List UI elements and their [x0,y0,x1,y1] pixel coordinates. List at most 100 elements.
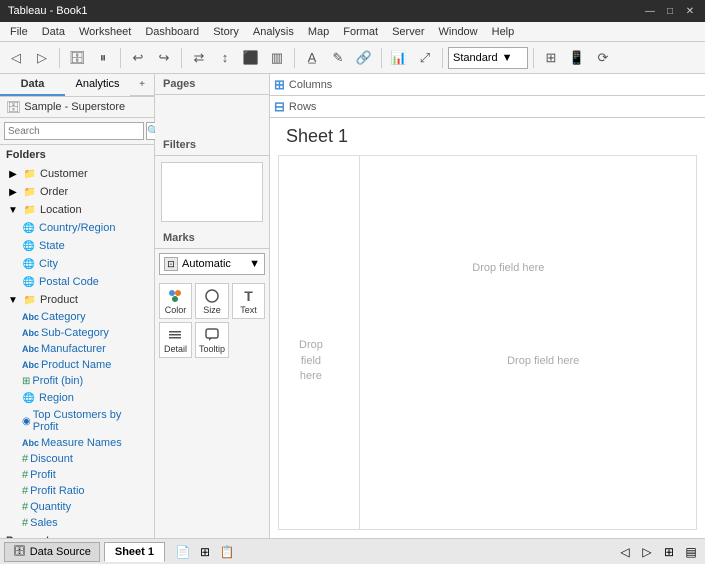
toolbar-sep-2 [120,48,121,68]
menu-format[interactable]: Format [337,24,384,40]
nav-prev-button[interactable]: ◁ [615,542,635,562]
menu-worksheet[interactable]: Worksheet [73,24,137,40]
field-state[interactable]: 🌐 State [0,237,154,255]
field-sales[interactable]: # Sales [0,515,154,531]
toolbar-sep-3 [181,48,182,68]
toolbar-sep-5 [381,48,382,68]
field-discount-label: Discount [30,453,73,465]
field-top-customers[interactable]: ◉ Top Customers by Profit [0,407,154,435]
toolbar-pause-button[interactable]: ⏸ [91,46,115,70]
marks-detail-button[interactable]: Detail [159,322,192,358]
new-dashboard-button[interactable]: ⊞ [195,542,215,562]
marks-buttons-grid: Color Size T Text Detail [155,279,269,362]
menu-window[interactable]: Window [433,24,484,40]
toolbar-group-button[interactable]: ▥ [265,46,289,70]
menu-help[interactable]: Help [486,24,521,40]
menu-server[interactable]: Server [386,24,430,40]
tab-analytics[interactable]: Analytics [65,74,130,96]
field-manufacturer[interactable]: Abc Manufacturer [0,341,154,357]
view-grid-button[interactable]: ⊞ [659,542,679,562]
tab-sheet1[interactable]: Sheet 1 [104,542,165,562]
toolbar-tooltip-button[interactable]: 🔗 [352,46,376,70]
standard-dropdown[interactable]: Standard ▼ [448,47,528,69]
text-marks-icon: T [240,287,258,305]
menu-file[interactable]: File [4,24,34,40]
view-options-button[interactable]: ▤ [681,542,701,562]
field-profit-ratio-label: Profit Ratio [30,485,84,497]
field-profit-ratio[interactable]: # Profit Ratio [0,483,154,499]
field-quantity[interactable]: # Quantity [0,499,154,515]
field-region[interactable]: 🌐 Region [0,389,154,407]
sheet-title: Sheet 1 [270,118,705,155]
hash-icon-quantity: # [22,501,28,513]
menu-dashboard[interactable]: Dashboard [139,24,205,40]
new-story-button[interactable]: 📋 [217,542,237,562]
marks-size-button[interactable]: Size [195,283,229,319]
field-measure-names[interactable]: Abc Measure Names [0,435,154,451]
field-category[interactable]: Abc Category [0,309,154,325]
minimize-button[interactable]: — [643,4,657,18]
folder-order[interactable]: ▶ 📁 Order [0,183,154,201]
close-button[interactable]: ✕ [683,4,697,18]
field-subcategory[interactable]: Abc Sub-Category [0,325,154,341]
field-subcategory-label: Sub-Category [41,327,109,339]
toolbar-redo-button[interactable]: ↪ [152,46,176,70]
new-sheet-button[interactable]: 📄 [173,542,193,562]
toolbar-fit-button[interactable]: ⤢ [413,46,437,70]
folder-customer[interactable]: ▶ 📁 Customer [0,165,154,183]
marks-color-button[interactable]: Color [159,283,192,319]
tab-data[interactable]: Data [0,74,65,96]
toolbar-present-button[interactable]: ⊞ [539,46,563,70]
marks-tooltip-button[interactable]: Tooltip [195,322,229,358]
field-postal-code-label: Postal Code [39,276,99,288]
tab-data-source[interactable]: 🗄 Data Source [4,542,100,562]
panel-tabs: Data Analytics + [0,74,154,97]
maximize-button[interactable]: □ [663,4,677,18]
toolbar-share-button[interactable]: ⟳ [591,46,615,70]
toolbar-sort-desc-button[interactable]: ⬛ [239,46,263,70]
drop-field-left[interactable]: Dropfieldhere [299,338,323,384]
toolbar-highlight-button[interactable]: ✎ [326,46,350,70]
toolbar-forward-button[interactable]: ▷ [30,46,54,70]
panel-add-icon[interactable]: + [134,77,150,93]
menu-map[interactable]: Map [302,24,335,40]
columns-row: ⊞ Columns [270,74,705,96]
field-sales-label: Sales [30,517,58,529]
menu-analysis[interactable]: Analysis [247,24,300,40]
field-country-region[interactable]: 🌐 Country/Region [0,219,154,237]
datasource-icon: 🗄 [6,100,21,114]
vertical-divider [359,156,360,529]
drop-field-top[interactable]: Drop field here [472,262,544,274]
globe-icon-postal: 🌐 [22,275,36,289]
globe-icon-region: 🌐 [22,391,36,405]
menu-data[interactable]: Data [36,24,71,40]
menu-story[interactable]: Story [207,24,245,40]
field-region-label: Region [39,392,74,404]
filters-drop-area[interactable] [161,162,263,222]
toolbar-device-button[interactable]: 📱 [565,46,589,70]
marks-type-dropdown[interactable]: ⊡ Automatic ▼ [159,253,265,275]
toolbar-swap-button[interactable]: ⇄ [187,46,211,70]
marks-text-button[interactable]: T Text [232,283,265,319]
standard-label: Standard [453,52,498,64]
field-discount[interactable]: # Discount [0,451,154,467]
toolbar-sort-asc-button[interactable]: ↕ [213,46,237,70]
drop-field-right[interactable]: Drop field here [507,355,579,367]
toolbar-fix-axes-button[interactable]: 📊 [387,46,411,70]
folder-location[interactable]: ▼ 📁 Location [0,201,154,219]
field-profit-bin[interactable]: ⊞ Profit (bin) [0,373,154,389]
search-input[interactable] [4,122,144,140]
chevron-right-icon: ▶ [6,167,20,181]
nav-next-button[interactable]: ▷ [637,542,657,562]
datasource-label[interactable]: Sample - Superstore [24,101,125,113]
toolbar-label-button[interactable]: A̲ [300,46,324,70]
field-postal-code[interactable]: 🌐 Postal Code [0,273,154,291]
folder-product[interactable]: ▼ 📁 Product [0,291,154,309]
field-product-name[interactable]: Abc Product Name [0,357,154,373]
toolbar-new-ds-button[interactable]: 🗄 [65,46,89,70]
toolbar-back-button[interactable]: ◁ [4,46,28,70]
toolbar-undo-button[interactable]: ↩ [126,46,150,70]
field-profit[interactable]: # Profit [0,467,154,483]
field-product-name-label: Product Name [41,359,111,371]
field-city[interactable]: 🌐 City [0,255,154,273]
